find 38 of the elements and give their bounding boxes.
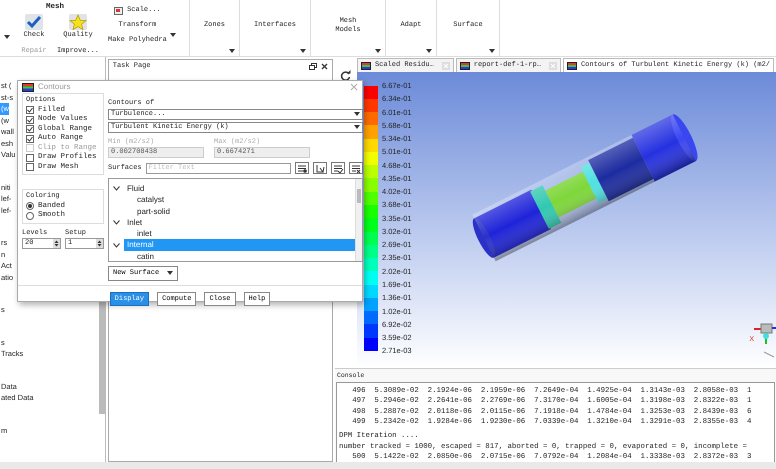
dialog-title: Contours bbox=[38, 81, 72, 93]
restore-icon[interactable] bbox=[308, 62, 317, 70]
spinner-arrows-icon[interactable] bbox=[53, 239, 60, 248]
tree-item[interactable]: part-solid bbox=[134, 206, 173, 217]
select-all-button[interactable] bbox=[330, 162, 345, 174]
list-button[interactable] bbox=[294, 162, 309, 174]
tree-item[interactable]: Inlet bbox=[124, 216, 146, 228]
chart-button[interactable] bbox=[312, 162, 327, 174]
caret-icon[interactable] bbox=[229, 49, 235, 53]
checkmark-icon bbox=[24, 13, 44, 32]
chevron-icon[interactable] bbox=[113, 242, 120, 248]
caret-icon bbox=[167, 271, 174, 276]
deselect-button[interactable] bbox=[348, 162, 363, 174]
tree-item[interactable]: inlet bbox=[134, 228, 155, 240]
contour-icon bbox=[460, 62, 470, 70]
star-icon bbox=[68, 13, 88, 32]
caret-icon[interactable] bbox=[170, 33, 176, 38]
caret-icon[interactable] bbox=[489, 49, 495, 53]
chevron-icon[interactable] bbox=[113, 186, 120, 192]
tree-item[interactable]: Fluid bbox=[124, 183, 148, 194]
caret-icon[interactable] bbox=[375, 49, 381, 53]
scrollbar[interactable] bbox=[354, 179, 362, 261]
caret-icon bbox=[354, 112, 360, 116]
axis-triad-icon bbox=[754, 322, 776, 358]
caret-icon bbox=[354, 125, 360, 129]
caret-icon[interactable] bbox=[426, 49, 432, 53]
contour-icon bbox=[360, 62, 371, 70]
caret-icon[interactable] bbox=[4, 35, 10, 40]
tree-item[interactable]: catin bbox=[134, 250, 157, 261]
caret-icon[interactable] bbox=[300, 49, 306, 53]
close-icon[interactable] bbox=[320, 62, 328, 70]
spinner-arrows-icon[interactable] bbox=[96, 239, 103, 248]
contour-icon bbox=[566, 62, 577, 70]
chevron-icon[interactable] bbox=[113, 220, 120, 226]
contour-icon bbox=[22, 82, 34, 92]
refresh-icon[interactable] bbox=[340, 70, 352, 81]
tree-item[interactable]: catalyst bbox=[134, 194, 168, 206]
image-icon bbox=[114, 6, 124, 15]
